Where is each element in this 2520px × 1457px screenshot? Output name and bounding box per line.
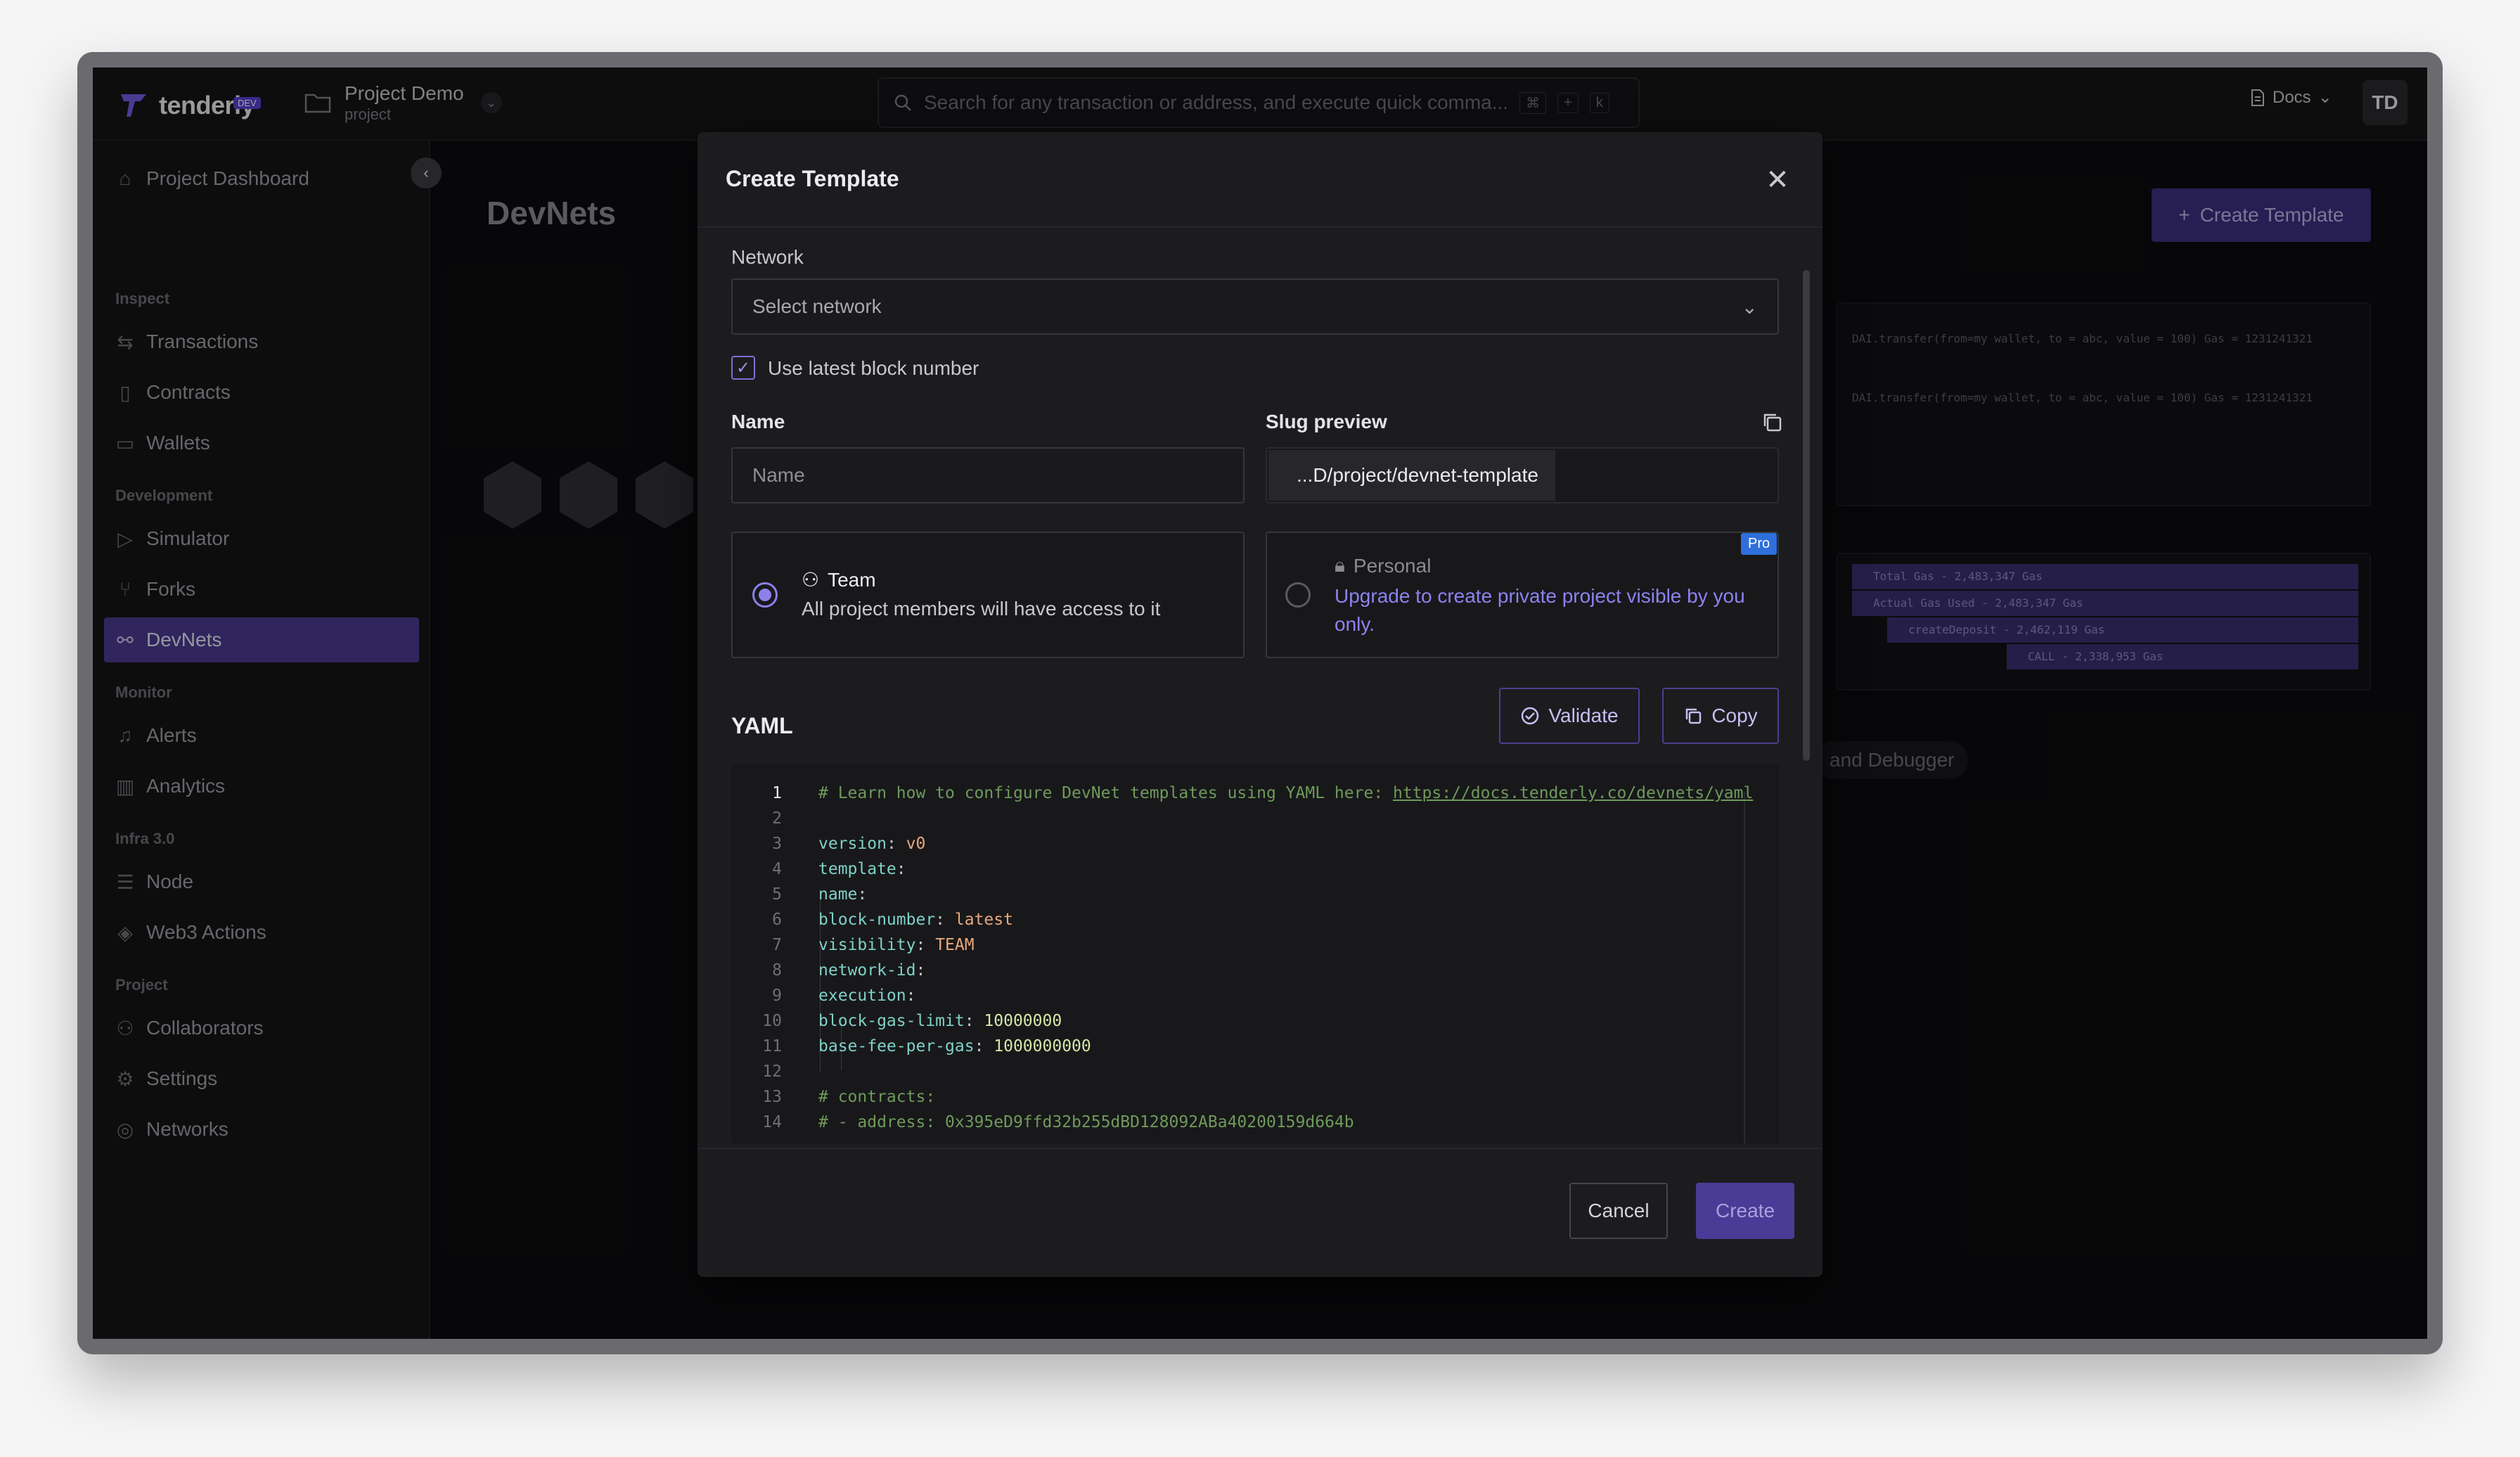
validate-label: Validate bbox=[1548, 705, 1619, 726]
modal-scrollbar[interactable] bbox=[1803, 270, 1810, 761]
network-select[interactable]: Select network ⌄ bbox=[731, 278, 1779, 335]
slug-preview-field: ...D/project/devnet-template bbox=[1266, 447, 1779, 503]
create-template-modal: Create Template ✕ Network Select network… bbox=[698, 132, 1822, 1277]
line-number: 10 bbox=[762, 1012, 782, 1030]
yaml-editor[interactable]: 1 # Learn how to configure DevNet templa… bbox=[731, 764, 1779, 1143]
code-line: 13 # contracts: bbox=[731, 1084, 1779, 1110]
modal-header: Create Template ✕ bbox=[698, 132, 1822, 228]
latest-block-label: Use latest block number bbox=[768, 357, 979, 379]
code-text: block-number: latest bbox=[818, 911, 1013, 929]
modal-title: Create Template bbox=[726, 166, 899, 191]
radio-selected-dot bbox=[759, 589, 771, 601]
personal-title: 🔒︎ Personal bbox=[1335, 554, 1431, 577]
line-number: 8 bbox=[772, 961, 782, 980]
network-select-value: Select network bbox=[752, 295, 882, 317]
create-button[interactable]: Create bbox=[1696, 1183, 1794, 1239]
line-number: 1 bbox=[772, 784, 782, 802]
slug-preview-value: ...D/project/devnet-template bbox=[1268, 450, 1555, 501]
code-text: block-gas-limit: 10000000 bbox=[818, 1012, 1062, 1030]
visibility-option-team[interactable]: ⚇ Team All project members will have acc… bbox=[731, 532, 1245, 658]
close-icon[interactable]: ✕ bbox=[1761, 163, 1794, 197]
code-line: 7 visibility: TEAM bbox=[731, 932, 1779, 958]
line-number: 2 bbox=[772, 809, 782, 828]
code-line: 2 bbox=[731, 806, 1779, 831]
tenderly-app: tenderly DEV Project Demo project ⌄ Sear… bbox=[93, 68, 2427, 1339]
team-title: ⚇ Team bbox=[802, 568, 876, 591]
app-window: tenderly DEV Project Demo project ⌄ Sear… bbox=[77, 52, 2443, 1354]
validate-button[interactable]: Validate bbox=[1499, 688, 1640, 744]
team-description: All project members will have access to … bbox=[802, 598, 1161, 620]
code-line: 4 template: bbox=[731, 856, 1779, 882]
line-number: 13 bbox=[762, 1088, 782, 1106]
copy-icon bbox=[1686, 708, 1702, 724]
line-number: 6 bbox=[772, 911, 782, 929]
latest-block-checkbox[interactable]: ✓ bbox=[731, 356, 755, 380]
network-label: Network bbox=[731, 246, 804, 268]
code-text: template: bbox=[818, 860, 906, 878]
line-number: 4 bbox=[772, 860, 782, 878]
code-text: network-id: bbox=[818, 961, 926, 980]
code-text: # contracts: bbox=[818, 1088, 936, 1106]
code-text: execution: bbox=[818, 987, 916, 1005]
copy-icon[interactable] bbox=[1761, 411, 1785, 435]
visibility-option-personal[interactable]: Pro 🔒︎ Personal Upgrade to create privat… bbox=[1266, 532, 1779, 658]
team-radio[interactable] bbox=[752, 582, 778, 608]
pro-badge: Pro bbox=[1741, 533, 1778, 555]
modal-footer: Cancel Create bbox=[698, 1148, 1822, 1277]
code-line: 3 version: v0 bbox=[731, 831, 1779, 856]
personal-radio[interactable] bbox=[1285, 582, 1311, 608]
code-text: version: v0 bbox=[818, 835, 926, 853]
lock-icon: 🔒︎ bbox=[1335, 554, 1345, 576]
yaml-label: YAML bbox=[731, 713, 793, 738]
line-number: 5 bbox=[772, 885, 782, 904]
team-title-label: Team bbox=[828, 568, 876, 591]
code-line: 5 name: bbox=[731, 882, 1779, 907]
code-text: name: bbox=[818, 885, 868, 904]
code-text: # Learn how to configure DevNet template… bbox=[818, 784, 1754, 802]
line-number: 7 bbox=[772, 936, 782, 954]
code-line: 6 block-number: latest bbox=[731, 907, 1779, 932]
code-line: 11 base-fee-per-gas: 1000000000 bbox=[731, 1034, 1779, 1059]
copy-yaml-button[interactable]: Copy bbox=[1662, 688, 1779, 744]
personal-title-label: Personal bbox=[1353, 554, 1432, 577]
cancel-button[interactable]: Cancel bbox=[1569, 1183, 1668, 1239]
code-line: 12 bbox=[731, 1059, 1779, 1084]
code-line: 14 # - address: 0x395eD9ffd32b255dBD1280… bbox=[731, 1110, 1779, 1135]
line-number: 14 bbox=[762, 1113, 782, 1131]
check-circle-icon bbox=[1522, 707, 1539, 725]
upgrade-link[interactable]: Upgrade to create private project visibl… bbox=[1335, 582, 1763, 638]
line-number: 3 bbox=[772, 835, 782, 853]
line-number: 12 bbox=[762, 1063, 782, 1081]
name-label: Name bbox=[731, 411, 785, 432]
code-line: 9 execution: bbox=[731, 983, 1779, 1008]
code-text: # - address: 0x395eD9ffd32b255dBD128092A… bbox=[818, 1113, 1354, 1131]
collapse-sidebar-button[interactable]: ‹ bbox=[411, 158, 442, 188]
name-input[interactable]: Name bbox=[731, 447, 1245, 503]
chevron-down-icon: ⌄ bbox=[1741, 295, 1758, 318]
line-number: 11 bbox=[762, 1037, 782, 1055]
code-text: base-fee-per-gas: 1000000000 bbox=[818, 1037, 1091, 1055]
code-line: 10 block-gas-limit: 10000000 bbox=[731, 1008, 1779, 1034]
line-number: 9 bbox=[772, 987, 782, 1005]
slug-preview-label: Slug preview bbox=[1266, 411, 1387, 432]
code-line: 1 # Learn how to configure DevNet templa… bbox=[731, 781, 1779, 806]
code-line: 8 network-id: bbox=[731, 958, 1779, 983]
users-icon: ⚇ bbox=[802, 569, 820, 591]
copy-label: Copy bbox=[1711, 705, 1758, 726]
code-text: visibility: TEAM bbox=[818, 936, 975, 954]
